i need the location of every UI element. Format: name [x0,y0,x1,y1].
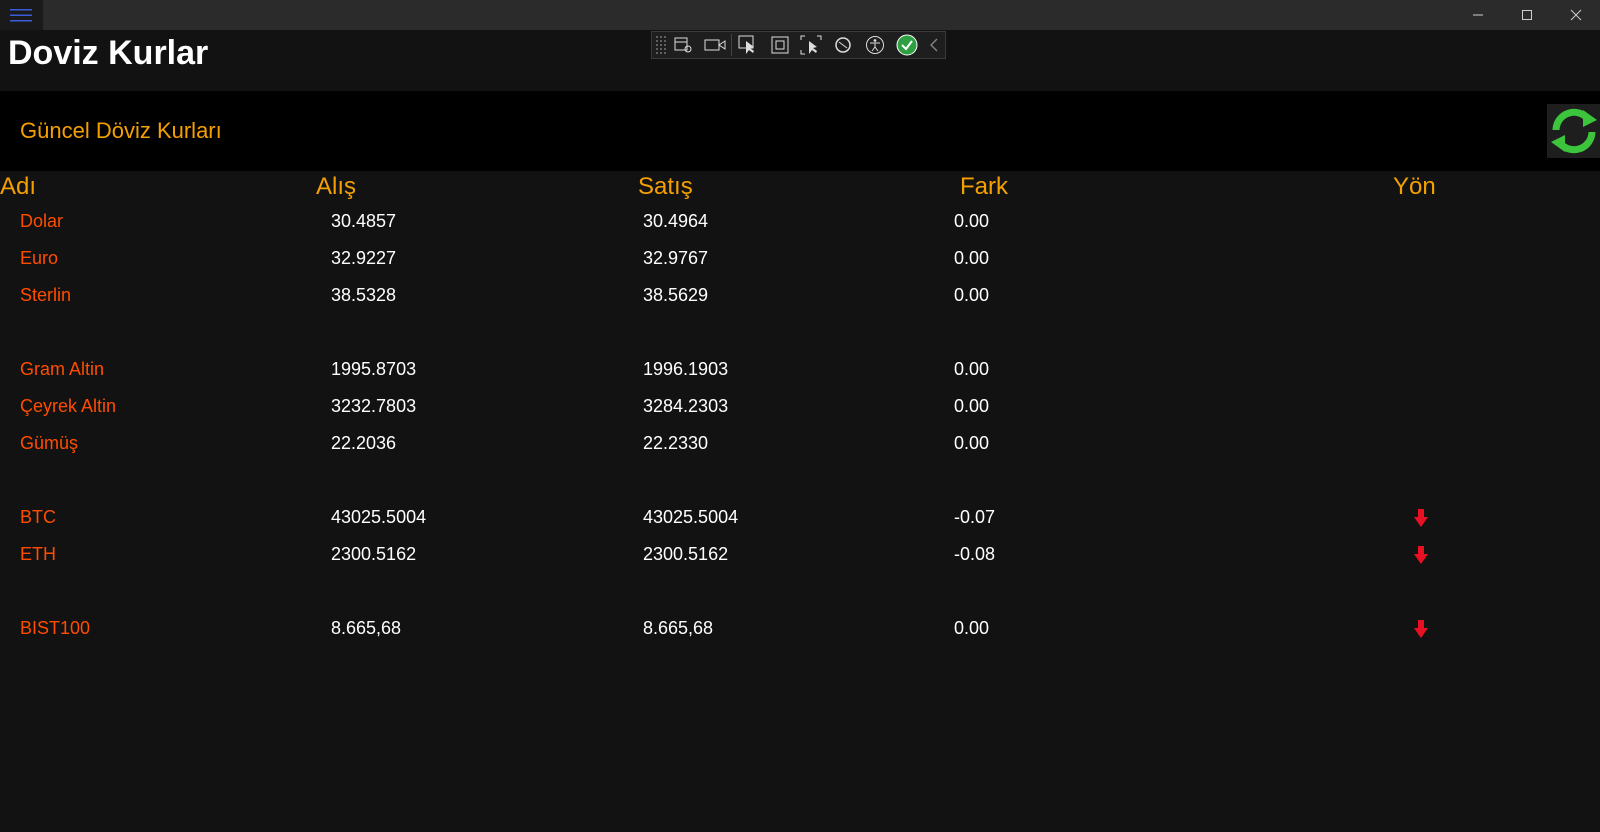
rate-diff: 0.00 [954,248,990,268]
arrow-down-icon [1414,509,1428,527]
live-visual-tree-icon [674,37,692,53]
minimize-button[interactable] [1453,0,1502,30]
record-icon [704,39,726,51]
rate-diff: 0.00 [954,211,990,231]
rate-name: Sterlin [20,285,72,305]
accessibility-icon [866,36,885,54]
rate-diff: -0.07 [954,507,996,527]
rate-diff: 0.00 [954,396,990,416]
rate-sell: 30.4964 [643,211,709,231]
select-element-icon [738,35,754,54]
live-visual-tree-button[interactable] [667,32,699,58]
rate-name: Gram Altin [20,359,105,379]
rate-name: ETH [20,544,56,564]
rate-sell: 43025.5004 [643,507,739,527]
rate-name: BTC [20,507,56,527]
close-button[interactable] [1551,0,1600,30]
rate-buy: 30.4857 [331,211,397,231]
rate-sell: 22.2330 [643,433,709,453]
rate-name: Euro [20,248,59,268]
rate-buy: 3232.7803 [331,396,417,416]
rate-diff: 0.00 [954,433,990,453]
rate-sell: 3284.2303 [643,396,729,416]
rate-diff: 0.00 [954,618,990,638]
rate-sell: 38.5629 [643,285,709,305]
column-header-buy: Alış [316,173,357,200]
binding-failures-icon [835,37,852,53]
layout-adorner-icon [771,36,789,54]
column-header-sell: Satış [638,173,693,200]
title-bar [0,0,1600,30]
rate-sell: 2300.5162 [643,544,729,564]
column-header-diff: Fark [960,173,1008,200]
section-title: Güncel Döviz Kurları [20,118,222,143]
rate-sell: 32.9767 [643,248,709,268]
rate-name: Dolar [20,211,64,231]
refresh-button[interactable] [1547,104,1600,158]
rate-buy: 22.2036 [331,433,397,453]
header-band [0,91,1600,171]
rate-name: Çeyrek Altin [20,396,117,416]
hamburger-icon [10,9,32,22]
hamburger-menu-button[interactable] [0,0,43,30]
rate-buy: 1995.8703 [331,359,417,379]
status-check-button[interactable] [891,32,923,58]
column-header-name: Adı [0,173,37,200]
rate-buy: 38.5328 [331,285,397,305]
record-button[interactable] [699,32,731,58]
arrow-down-icon [1414,546,1428,564]
maximize-icon [1521,10,1532,20]
layout-adorner-button[interactable] [764,32,796,58]
refresh-icon [1551,108,1597,154]
track-focus-icon [800,35,822,55]
rate-buy: 8.665,68 [331,618,402,638]
check-icon [896,34,918,56]
column-header-direction: Yön [1393,173,1436,200]
rate-sell: 8.665,68 [643,618,714,638]
rate-name: BIST100 [20,618,91,638]
rate-diff: 0.00 [954,359,990,379]
debug-toolbar [651,31,946,59]
rate-sell: 1996.1903 [643,359,729,379]
accessibility-button[interactable] [859,32,891,58]
rate-buy: 43025.5004 [331,507,427,527]
close-icon [1570,9,1581,21]
binding-failures-button[interactable] [827,32,859,58]
select-element-button[interactable] [732,32,764,58]
rate-buy: 32.9227 [331,248,397,268]
page-title: Doviz Kurlar [8,34,209,72]
rate-diff: -0.08 [954,544,996,564]
drag-grip[interactable] [655,35,667,55]
track-focus-button[interactable] [796,32,828,58]
rate-buy: 2300.5162 [331,544,417,564]
rate-name: Gümüş [20,433,79,453]
collapse-icon [930,38,938,52]
arrow-down-icon [1414,620,1428,638]
collapse-toolbar-button[interactable] [923,32,945,58]
minimize-icon [1472,14,1483,16]
maximize-button[interactable] [1502,0,1551,30]
window-controls [1453,0,1600,30]
rate-diff: 0.00 [954,285,990,305]
